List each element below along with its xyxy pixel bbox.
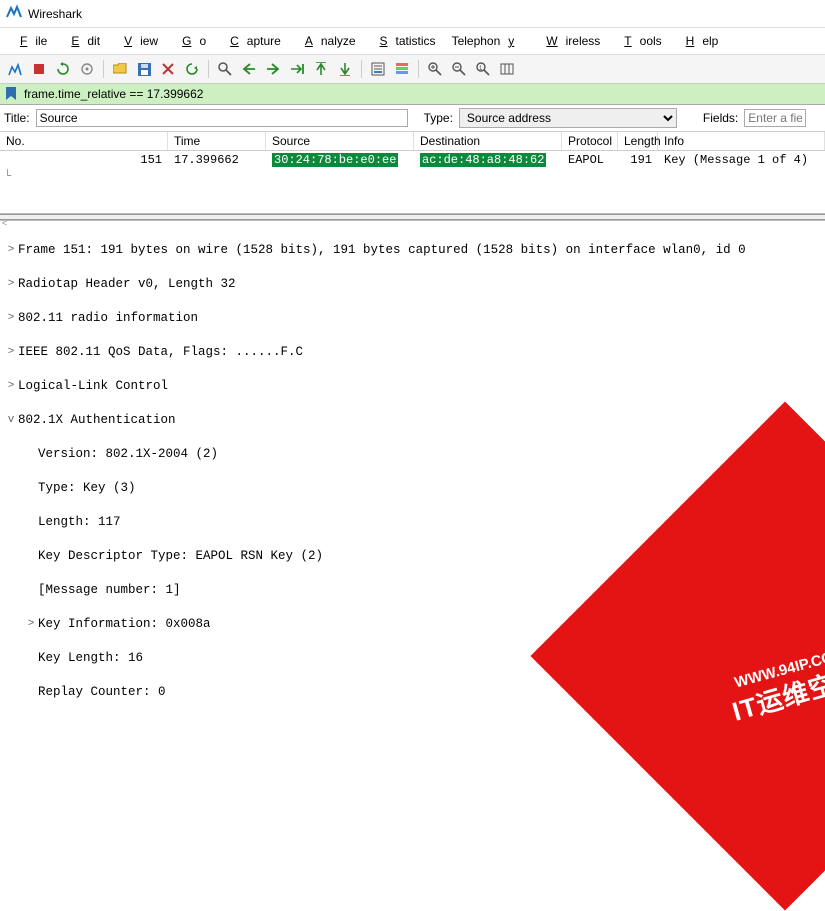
expand-icon[interactable]: > <box>4 310 18 327</box>
tree-type[interactable]: Type: Key (3) <box>38 480 136 497</box>
start-capture-button[interactable] <box>4 58 26 80</box>
go-forward-button[interactable] <box>262 58 284 80</box>
go-last-button[interactable] <box>334 58 356 80</box>
packet-list-pane[interactable]: No. Time Source Destination Protocol Len… <box>0 132 825 214</box>
capture-options-button[interactable] <box>76 58 98 80</box>
resize-columns-button[interactable] <box>496 58 518 80</box>
packet-list-header[interactable]: No. Time Source Destination Protocol Len… <box>0 132 825 151</box>
menu-file[interactable]: File <box>4 30 55 52</box>
title-input[interactable] <box>36 109 408 127</box>
type-label: Type: <box>424 111 453 125</box>
open-file-button[interactable] <box>109 58 131 80</box>
cell-info: Key (Message 1 of 4) <box>658 152 825 168</box>
column-no[interactable]: No. <box>0 132 168 150</box>
tree-keyinfo[interactable]: Key Information: 0x008a <box>38 616 211 633</box>
cell-destination: ac:de:48:a8:48:62 <box>414 152 562 168</box>
menu-telephony[interactable]: Telephony <box>444 30 531 52</box>
find-packet-button[interactable] <box>214 58 236 80</box>
column-protocol[interactable]: Protocol <box>562 132 618 150</box>
save-file-button[interactable] <box>133 58 155 80</box>
chevron-left-icon: < <box>0 218 7 228</box>
expand-icon[interactable]: > <box>4 378 18 395</box>
tree-version[interactable]: Version: 802.1X-2004 (2) <box>38 446 218 463</box>
menu-capture[interactable]: Capture <box>214 30 289 52</box>
fields-label: Fields: <box>703 111 738 125</box>
expand-icon[interactable]: > <box>4 276 18 293</box>
cell-length: 191 <box>618 152 658 168</box>
cell-no: 151 <box>0 152 168 168</box>
cell-source: 30:24:78:be:e0:ee <box>266 152 414 168</box>
tree-llc[interactable]: Logical-Link Control <box>18 378 168 395</box>
packet-row-marker: └ <box>0 169 825 183</box>
display-filter-bar <box>0 84 825 105</box>
colorize-button[interactable] <box>391 58 413 80</box>
go-first-button[interactable] <box>310 58 332 80</box>
expand-icon[interactable]: > <box>24 616 38 633</box>
menu-view[interactable]: View <box>108 30 166 52</box>
column-destination[interactable]: Destination <box>414 132 562 150</box>
packet-row[interactable]: 151 17.399662 30:24:78:be:e0:ee ac:de:48… <box>0 151 825 169</box>
reload-button[interactable] <box>181 58 203 80</box>
menu-edit[interactable]: Edit <box>55 30 108 52</box>
zoom-reset-button[interactable]: 1 <box>472 58 494 80</box>
tree-kdt[interactable]: Key Descriptor Type: EAPOL RSN Key (2) <box>38 548 323 565</box>
menu-analyze[interactable]: Analyze <box>289 30 364 52</box>
wireshark-logo-icon <box>6 4 22 23</box>
tree-length[interactable]: Length: 117 <box>38 514 121 531</box>
menu-bar: File Edit View Go Capture Analyze Statis… <box>0 28 825 55</box>
tree-keylen[interactable]: Key Length: 16 <box>38 650 143 667</box>
menu-statistics[interactable]: Statistics <box>364 30 444 52</box>
go-back-button[interactable] <box>238 58 260 80</box>
zoom-in-button[interactable] <box>424 58 446 80</box>
cell-time: 17.399662 <box>168 152 266 168</box>
title-bar: Wireshark <box>0 0 825 28</box>
packet-details-pane[interactable]: >Frame 151: 191 bytes on wire (1528 bits… <box>0 220 825 700</box>
column-time[interactable]: Time <box>168 132 266 150</box>
zoom-out-button[interactable] <box>448 58 470 80</box>
auto-scroll-button[interactable] <box>367 58 389 80</box>
main-toolbar: 1 <box>0 55 825 84</box>
tree-auth[interactable]: 802.1X Authentication <box>18 412 176 429</box>
window-title: Wireshark <box>28 7 82 21</box>
expand-icon[interactable]: > <box>4 242 18 259</box>
tree-msgnum[interactable]: [Message number: 1] <box>38 582 181 599</box>
column-source[interactable]: Source <box>266 132 414 150</box>
tree-frame[interactable]: Frame 151: 191 bytes on wire (1528 bits)… <box>18 242 746 259</box>
column-length[interactable]: Length <box>618 132 658 150</box>
collapse-icon[interactable]: v <box>4 412 18 429</box>
menu-wireless[interactable]: Wireless <box>530 30 608 52</box>
tree-radio[interactable]: 802.11 radio information <box>18 310 198 327</box>
cell-protocol: EAPOL <box>562 152 618 168</box>
menu-go[interactable]: Go <box>166 30 214 52</box>
close-file-button[interactable] <box>157 58 179 80</box>
menu-help[interactable]: Help <box>670 30 727 52</box>
column-info[interactable]: Info <box>658 132 825 150</box>
expand-icon[interactable]: > <box>4 344 18 361</box>
tree-replay[interactable]: Replay Counter: 0 <box>38 684 166 700</box>
type-select[interactable]: Source address <box>459 108 677 128</box>
title-label: Title: <box>4 111 30 125</box>
filter-bookmark-icon[interactable] <box>2 87 20 101</box>
fields-input[interactable] <box>744 109 806 127</box>
restart-capture-button[interactable] <box>52 58 74 80</box>
display-filter-input[interactable] <box>20 85 823 103</box>
tree-radiotap[interactable]: Radiotap Header v0, Length 32 <box>18 276 236 293</box>
column-editor-row: Title: Type: Source address Fields: <box>0 105 825 132</box>
tree-qos[interactable]: IEEE 802.11 QoS Data, Flags: ......F.C <box>18 344 303 361</box>
stop-capture-button[interactable] <box>28 58 50 80</box>
menu-tools[interactable]: Tools <box>608 30 669 52</box>
go-to-packet-button[interactable] <box>286 58 308 80</box>
